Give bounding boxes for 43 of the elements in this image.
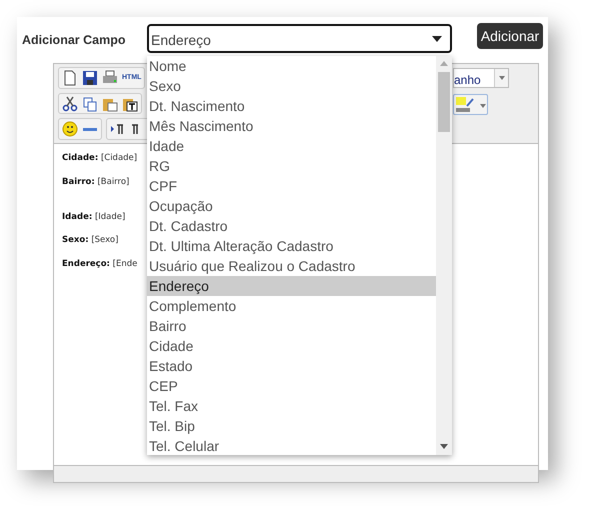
dropdown-option[interactable]: Tel. Fax (147, 396, 436, 416)
scissors-icon[interactable] (62, 96, 78, 112)
dropdown-option[interactable]: Complemento (147, 296, 436, 316)
scrollbar[interactable] (436, 56, 452, 455)
dropdown-option[interactable]: Cidade (147, 336, 436, 356)
smiley-icon[interactable] (62, 121, 78, 138)
dropdown-option[interactable]: Tel. Celular (147, 436, 436, 455)
dropdown-option[interactable]: Tel. Bip (147, 416, 436, 436)
dropdown-option[interactable]: Endereço (147, 276, 436, 296)
editor-line: Sexo: [Sexo] (62, 234, 118, 247)
new-document-icon[interactable] (62, 70, 78, 86)
scrollbar-thumb[interactable] (438, 72, 450, 132)
dropdown-option[interactable]: Mês Nascimento (147, 116, 436, 136)
add-button[interactable]: Adicionar (477, 23, 543, 49)
save-icon[interactable] (82, 70, 98, 86)
field-label: Adicionar Campo (22, 32, 126, 49)
editor-line: Cidade: [Cidade] (62, 152, 138, 165)
copy-icon[interactable] (82, 96, 98, 112)
dropdown-option[interactable]: Dt. Ultima Alteração Cadastro (147, 236, 436, 256)
caret-icon (432, 36, 442, 42)
highlight-icon (456, 97, 476, 113)
dropdown-option[interactable]: Nome (147, 56, 436, 76)
font-size-select[interactable]: anho (453, 68, 509, 88)
editor-line: Endereço: [Ende (62, 258, 138, 271)
dropdown-option[interactable]: Sexo (147, 76, 436, 96)
editor-line: Idade: [Idade] (62, 210, 126, 224)
caret-icon (480, 104, 486, 108)
editor-line: Bairro: [Bairro] (62, 176, 130, 188)
scroll-down-icon[interactable] (440, 444, 448, 449)
caret-icon (499, 76, 505, 80)
dropdown-option[interactable]: Idade (147, 136, 436, 156)
print-icon[interactable] (102, 70, 118, 86)
dropdown-option[interactable]: Dt. Nascimento (147, 96, 436, 116)
dropdown-option[interactable]: CEP (147, 376, 436, 396)
highlight-button[interactable] (453, 94, 488, 115)
dropdown-option[interactable]: Bairro (147, 316, 436, 336)
dropdown-option[interactable]: RG (147, 156, 436, 176)
dropdown-option[interactable]: Ocupação (147, 196, 436, 216)
dropdown-option[interactable]: Estado (147, 356, 436, 376)
field-select[interactable]: Endereço (147, 24, 452, 53)
dropdown-option[interactable]: Usuário que Realizou o Cadastro (147, 256, 436, 276)
dropdown-option[interactable]: Dt. Cadastro (147, 216, 436, 236)
dropdown-option[interactable]: CPF (147, 176, 436, 196)
